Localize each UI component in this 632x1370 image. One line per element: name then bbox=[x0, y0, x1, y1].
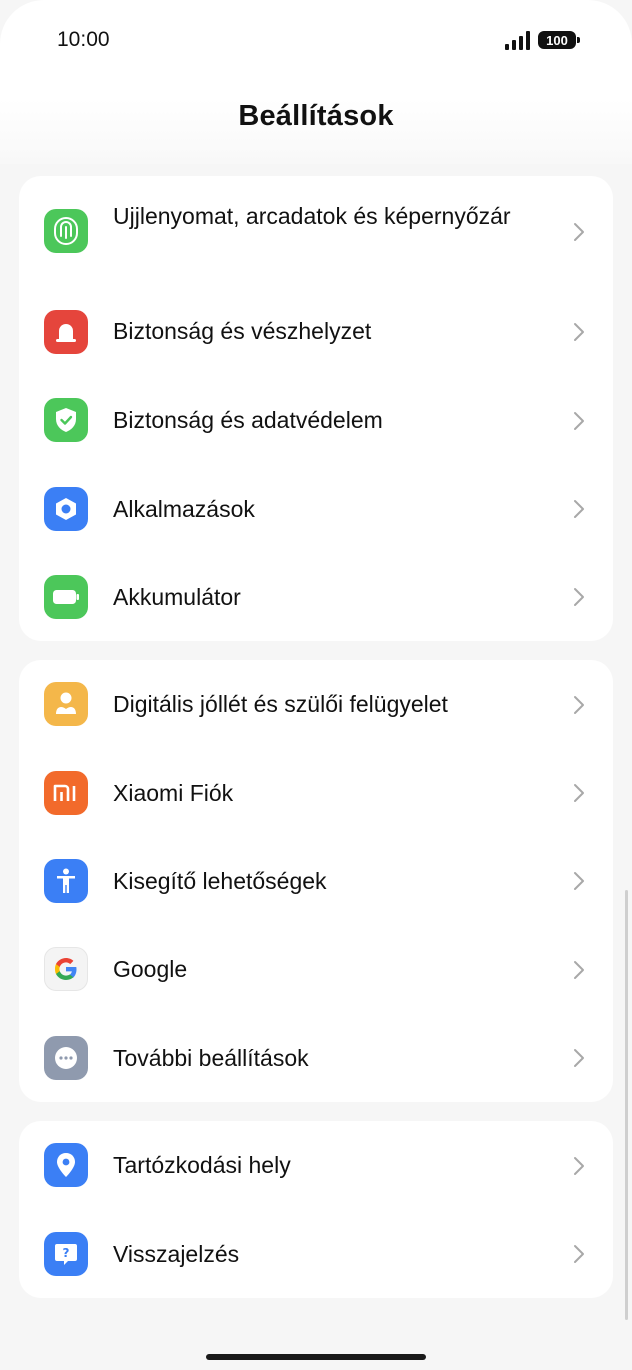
settings-card-security: Ujjlenyomat, arcadatok és képernyőzár Bi… bbox=[19, 176, 613, 641]
chevron-right-icon bbox=[574, 1245, 584, 1263]
setting-accessibility[interactable]: Kisegítő lehetőségek bbox=[19, 837, 613, 925]
setting-label: Google bbox=[113, 956, 188, 982]
more-dots-icon bbox=[44, 1036, 88, 1080]
chevron-right-icon bbox=[574, 784, 584, 802]
apps-hexagon-icon bbox=[44, 487, 88, 531]
setting-wellbeing[interactable]: Digitális jóllét és szülői felügyelet bbox=[19, 660, 613, 749]
chevron-right-icon bbox=[574, 223, 584, 241]
chevron-right-icon bbox=[574, 961, 584, 979]
top-bar: 10:00 100 Beállítások bbox=[0, 0, 632, 164]
page-title: Beállítások bbox=[238, 100, 394, 132]
status-time: 10:00 bbox=[57, 28, 110, 51]
settings-screen: 10:00 100 Beállítások Ujjlenyomat, arcad… bbox=[0, 0, 632, 1370]
status-icons: 100 bbox=[505, 30, 580, 50]
setting-fingerprint[interactable]: Ujjlenyomat, arcadatok és képernyőzár bbox=[19, 176, 613, 288]
setting-label: Alkalmazások bbox=[113, 496, 255, 522]
setting-label: Xiaomi Fiók bbox=[113, 780, 234, 806]
location-pin-icon bbox=[44, 1143, 88, 1187]
svg-text:?: ? bbox=[63, 1246, 70, 1260]
settings-card-account: Digitális jóllét és szülői felügyelet Xi… bbox=[19, 660, 613, 1102]
chevron-right-icon bbox=[574, 588, 584, 606]
setting-label: Tartózkodási hely bbox=[113, 1152, 291, 1178]
chevron-right-icon bbox=[574, 1157, 584, 1175]
siren-icon bbox=[44, 310, 88, 354]
google-icon bbox=[44, 947, 88, 991]
battery-indicator: 100 bbox=[538, 31, 580, 49]
setting-apps[interactable]: Alkalmazások bbox=[19, 465, 613, 553]
setting-label: Akkumulátor bbox=[113, 584, 241, 610]
settings-card-other: Tartózkodási hely ? Visszajelzés bbox=[19, 1121, 613, 1298]
setting-location[interactable]: Tartózkodási hely bbox=[19, 1121, 613, 1210]
setting-label: Visszajelzés bbox=[113, 1241, 240, 1267]
wellbeing-icon bbox=[44, 682, 88, 726]
setting-label: További beállítások bbox=[113, 1045, 309, 1071]
setting-google[interactable]: Google bbox=[19, 925, 613, 1014]
setting-emergency[interactable]: Biztonság és vészhelyzet bbox=[19, 288, 613, 376]
chevron-right-icon bbox=[574, 872, 584, 890]
feedback-icon: ? bbox=[44, 1232, 88, 1276]
chevron-right-icon bbox=[574, 412, 584, 430]
setting-label: Ujjlenyomat, arcadatok és képernyőzár bbox=[113, 203, 511, 229]
signal-icon bbox=[505, 30, 530, 50]
battery-icon bbox=[44, 575, 88, 619]
setting-label: Biztonság és vészhelyzet bbox=[113, 318, 372, 344]
scrollbar[interactable] bbox=[625, 890, 628, 1320]
chevron-right-icon bbox=[574, 1049, 584, 1067]
chevron-right-icon bbox=[574, 696, 584, 714]
home-indicator[interactable] bbox=[206, 1354, 426, 1360]
setting-privacy[interactable]: Biztonság és adatvédelem bbox=[19, 376, 613, 465]
fingerprint-icon bbox=[44, 209, 88, 253]
chevron-right-icon bbox=[574, 323, 584, 341]
shield-check-icon bbox=[44, 398, 88, 442]
setting-additional[interactable]: További beállítások bbox=[19, 1014, 613, 1102]
setting-label: Kisegítő lehetőségek bbox=[113, 868, 327, 894]
setting-feedback[interactable]: ? Visszajelzés bbox=[19, 1210, 613, 1298]
setting-xiaomi-account[interactable]: Xiaomi Fiók bbox=[19, 749, 613, 837]
chevron-right-icon bbox=[574, 500, 584, 518]
setting-battery[interactable]: Akkumulátor bbox=[19, 553, 613, 641]
mi-logo-icon bbox=[44, 771, 88, 815]
setting-label: Biztonság és adatvédelem bbox=[113, 407, 383, 433]
setting-label: Digitális jóllét és szülői felügyelet bbox=[113, 691, 448, 717]
accessibility-icon bbox=[44, 859, 88, 903]
